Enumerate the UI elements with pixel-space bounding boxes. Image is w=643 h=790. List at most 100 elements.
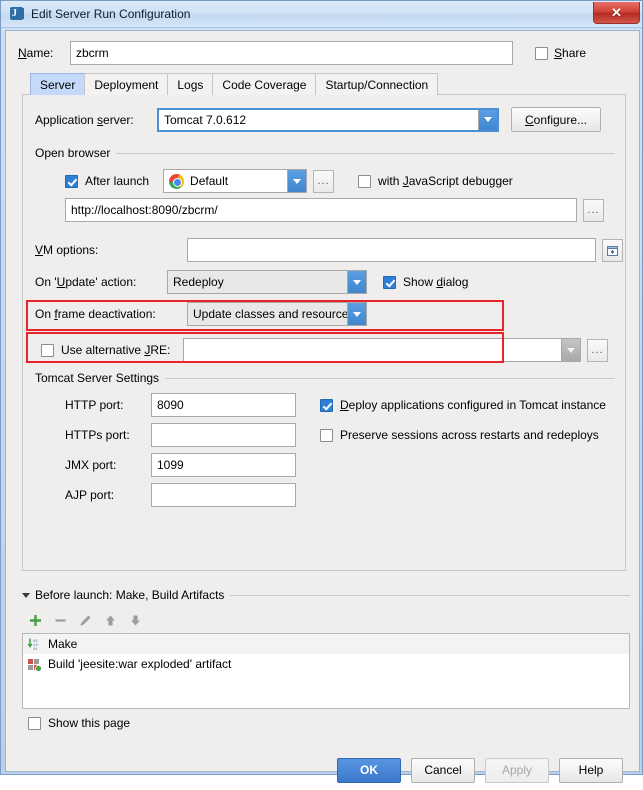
after-launch-row: After launch Default ... with JavaScript… — [65, 169, 513, 193]
title-bar: J Edit Server Run Configuration ✕ — [1, 1, 642, 28]
cancel-button[interactable]: Cancel — [411, 757, 475, 783]
footer-button-bar: OK Cancel Apply Help — [6, 750, 639, 790]
remove-icon[interactable] — [53, 613, 68, 628]
alternative-jre-value — [184, 339, 561, 361]
show-this-page-checkbox[interactable]: Show this page — [28, 716, 130, 730]
application-server-combo[interactable]: Tomcat 7.0.612 — [157, 107, 499, 132]
browser-url-row: http://localhost:8090/zbcrm/ ... — [65, 198, 604, 222]
open-browser-group-header: Open browser — [35, 146, 615, 160]
application-server-value: Tomcat 7.0.612 — [164, 112, 247, 127]
move-down-icon[interactable] — [128, 613, 143, 628]
show-dialog-checkbox[interactable]: Show dialog — [383, 275, 468, 289]
dialog-window: J Edit Server Run Configuration ✕ Name: … — [0, 0, 643, 783]
alternative-jre-label: Use alternative JRE: — [61, 343, 171, 357]
before-launch-header: Before launch: Make, Build Artifacts — [22, 587, 630, 603]
share-checkbox[interactable]: Share — [535, 46, 586, 60]
name-row: Name: Share — [18, 41, 630, 65]
artifact-icon — [27, 657, 42, 672]
list-item-label: Make — [48, 637, 78, 651]
alternative-jre-checkbox[interactable]: Use alternative JRE: — [41, 343, 183, 357]
show-this-page-label: Show this page — [48, 716, 131, 730]
on-update-action-value: Redeploy — [168, 271, 347, 293]
svg-text:01: 01 — [33, 648, 38, 651]
move-up-icon[interactable] — [103, 613, 118, 628]
group-divider — [230, 594, 630, 596]
ajp-port-row: AJP port: — [65, 483, 296, 507]
alternative-jre-row: Use alternative JRE: ... — [41, 338, 608, 362]
chevron-down-icon — [347, 271, 366, 293]
browser-combo[interactable]: Default — [163, 169, 308, 193]
help-button[interactable]: Help — [559, 757, 623, 783]
apply-button: Apply — [485, 757, 549, 783]
before-launch-title: Before launch: Make, Build Artifacts — [35, 588, 225, 602]
share-checkbox-box — [535, 46, 548, 60]
chevron-down-icon — [478, 109, 497, 130]
jmx-port-input[interactable]: 1099 — [151, 453, 296, 477]
group-divider — [165, 377, 615, 379]
collapse-triangle-icon[interactable] — [22, 592, 30, 598]
https-port-label: HTTPs port: — [65, 428, 130, 442]
tomcat-settings-caption: Tomcat Server Settings — [35, 371, 160, 385]
make-icon: 01 10 01 — [27, 637, 42, 652]
dialog-body: Name: Share Server Deployment Logs Code … — [5, 30, 640, 783]
chevron-down-icon — [287, 170, 307, 192]
js-debugger-label: with JavaScript debugger — [378, 174, 513, 188]
after-launch-checkbox[interactable]: After launch — [65, 174, 149, 188]
tab-startup-connection[interactable]: Startup/Connection — [315, 73, 439, 95]
expand-editor-icon[interactable] — [602, 238, 623, 262]
open-browser-caption: Open browser — [35, 146, 111, 160]
preserve-sessions-checkbox[interactable]: Preserve sessions across restarts and re… — [320, 428, 599, 442]
tab-deployment[interactable]: Deployment — [84, 73, 169, 95]
browser-browse-button[interactable]: ... — [313, 169, 335, 193]
close-icon[interactable]: ✕ — [593, 2, 640, 24]
window-title: Edit Server Run Configuration — [31, 7, 191, 21]
after-launch-checkbox-box — [65, 174, 78, 188]
on-frame-deactivation-label: On frame deactivation: — [35, 307, 156, 321]
https-port-input[interactable] — [151, 423, 296, 447]
application-server-row: Application server: Tomcat 7.0.612 Confi… — [35, 107, 613, 132]
on-frame-deactivation-combo[interactable]: Update classes and resources — [187, 302, 367, 326]
on-update-action-combo[interactable]: Redeploy — [167, 270, 367, 294]
http-port-input[interactable]: 8090 — [151, 393, 296, 417]
on-frame-deactivation-row: On frame deactivation: Update classes an… — [35, 302, 367, 326]
ajp-port-input[interactable] — [151, 483, 296, 507]
tab-logs[interactable]: Logs — [167, 73, 214, 95]
url-browse-button[interactable]: ... — [583, 198, 604, 222]
preserve-sessions-checkbox-box — [320, 428, 333, 442]
tomcat-settings-group-header: Tomcat Server Settings — [35, 371, 615, 385]
browser-url-input[interactable]: http://localhost:8090/zbcrm/ — [65, 198, 577, 222]
vm-options-row: VM options: — [35, 238, 623, 262]
server-tab-panel: Application server: Tomcat 7.0.612 Confi… — [22, 94, 626, 571]
jmx-port-row: JMX port: 1099 — [65, 453, 296, 477]
ajp-port-label: AJP port: — [65, 488, 115, 502]
name-label: Name: — [18, 46, 54, 60]
add-icon[interactable] — [28, 613, 43, 628]
show-dialog-checkbox-box — [383, 275, 396, 289]
show-dialog-label: Show dialog — [403, 275, 469, 289]
js-debugger-checkbox-box — [358, 174, 372, 188]
js-debugger-checkbox[interactable]: with JavaScript debugger — [358, 174, 513, 188]
group-divider — [116, 152, 615, 154]
before-launch-toolbar — [28, 609, 168, 631]
deploy-apps-checkbox[interactable]: Deploy applications configured in Tomcat… — [320, 398, 606, 412]
configure-button[interactable]: Configure... — [511, 107, 601, 132]
preserve-sessions-label: Preserve sessions across restarts and re… — [340, 428, 599, 442]
tab-server[interactable]: Server — [30, 73, 86, 95]
before-launch-list[interactable]: 01 10 01 Make Build 'jeesite:war explode… — [22, 633, 630, 709]
https-port-row: HTTPs port: Preserve sessions across res… — [65, 423, 599, 447]
alternative-jre-checkbox-box — [41, 343, 54, 357]
list-item-label: Build 'jeesite:war exploded' artifact — [48, 657, 232, 671]
vm-options-input[interactable] — [187, 238, 596, 262]
edit-pencil-icon[interactable] — [78, 613, 93, 628]
alternative-jre-browse-button[interactable]: ... — [587, 338, 608, 362]
alternative-jre-combo[interactable] — [183, 338, 581, 362]
list-item[interactable]: 01 10 01 Make — [23, 634, 629, 654]
list-item[interactable]: Build 'jeesite:war exploded' artifact — [23, 654, 629, 674]
browser-value: Default — [190, 174, 229, 188]
application-server-label: Application server: — [35, 112, 134, 127]
http-port-row: HTTP port: 8090 Deploy applications conf… — [65, 393, 606, 417]
on-update-action-row: On 'Update' action: Redeploy Show dialog — [35, 270, 468, 294]
name-input[interactable] — [70, 41, 513, 65]
ok-button[interactable]: OK — [337, 757, 401, 783]
tab-code-coverage[interactable]: Code Coverage — [212, 73, 317, 95]
